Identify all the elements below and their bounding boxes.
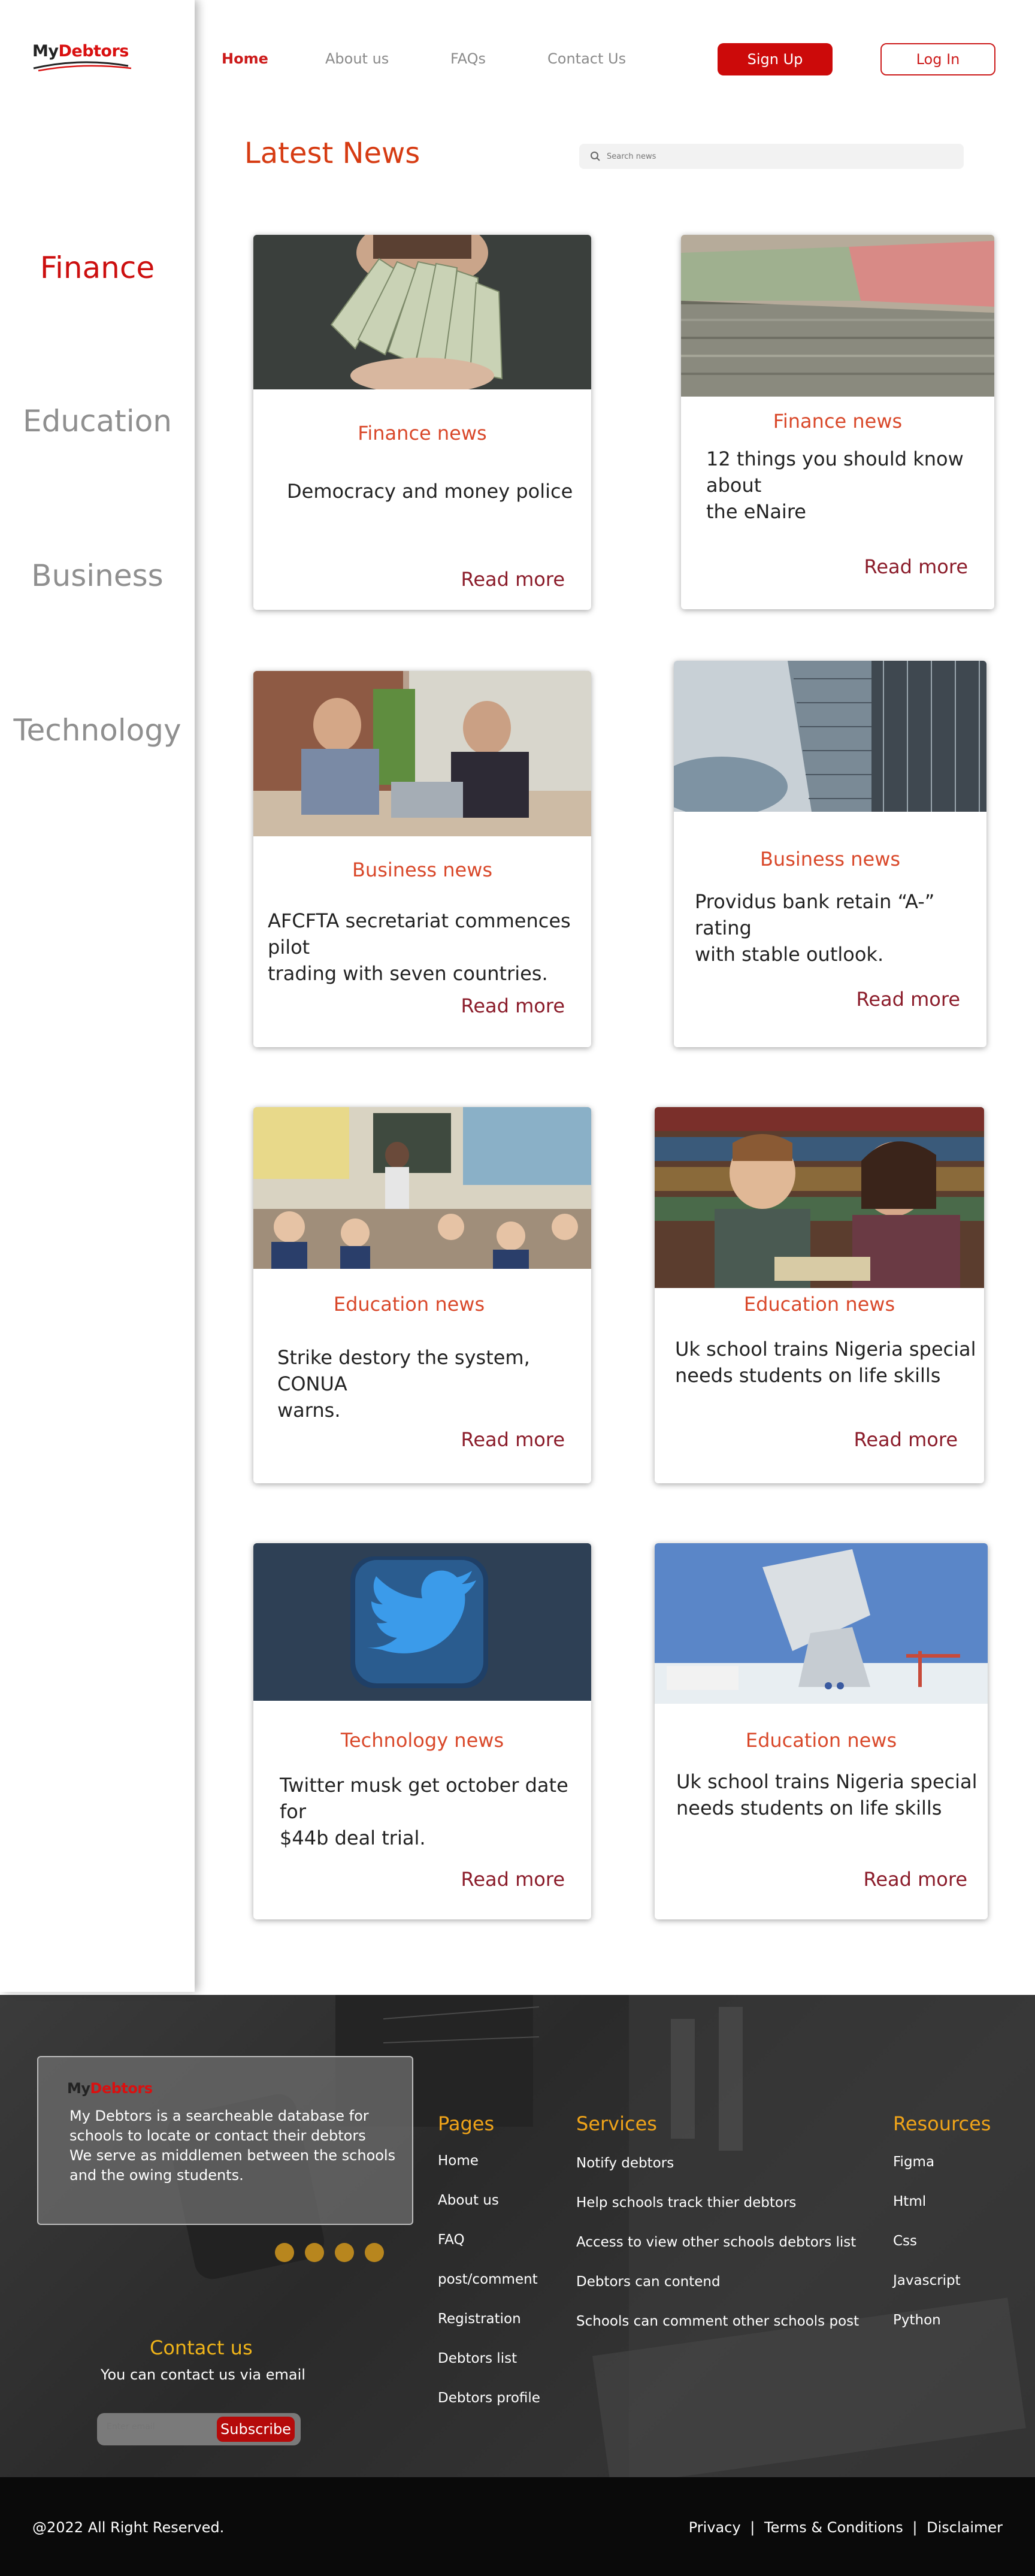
card-category: Education news — [745, 1729, 897, 1752]
card-category: Education news — [333, 1293, 485, 1316]
privacy-link[interactable]: Privacy — [689, 2519, 741, 2536]
news-card[interactable]: Technology news Twitter musk get october… — [253, 1543, 591, 1919]
footer-link[interactable]: Javascript — [893, 2273, 961, 2288]
nav-home[interactable]: Home — [222, 50, 268, 67]
card-category: Business news — [759, 848, 901, 870]
footer-link[interactable]: Debtors profile — [438, 2390, 540, 2406]
logo-text-my: My — [32, 42, 59, 61]
login-button[interactable]: Log In — [880, 43, 995, 75]
page: MyDebtors Finance Education Business Tec… — [0, 0, 1035, 2576]
card-title: Democracy and money police — [287, 480, 573, 503]
footer-link[interactable]: FAQ — [438, 2232, 465, 2248]
legal-separator: | — [750, 2519, 755, 2536]
footer-link[interactable]: Html — [893, 2194, 926, 2209]
brand-logo[interactable]: MyDebtors — [32, 42, 134, 78]
read-more-link[interactable]: Read more — [461, 994, 565, 1017]
disclaimer-link[interactable]: Disclaimer — [927, 2519, 1003, 2536]
subscribe-form: Subscribe — [97, 2413, 301, 2445]
card-category: Technology news — [340, 1729, 504, 1752]
news-card[interactable]: Education news Strike destory the system… — [253, 1107, 591, 1483]
legal-separator: | — [912, 2519, 918, 2536]
news-card[interactable]: Business news AFCFTA secretariat commenc… — [253, 671, 591, 1047]
card-image-observatory — [655, 1543, 988, 1704]
news-card[interactable]: Business news Providus bank retain “A-” … — [674, 661, 986, 1047]
logo-text-debtors: Debtors — [90, 2080, 153, 2097]
card-title: Uk school trains Nigeria special needs s… — [675, 1338, 976, 1387]
footer-link[interactable]: Registration — [438, 2311, 521, 2327]
contact-heading: Contact us — [150, 2336, 253, 2359]
footer-about-box: MyDebtors My Debtors is a searcheable da… — [37, 2056, 413, 2225]
footer-link[interactable]: Access to view other schools debtors lis… — [576, 2235, 856, 2250]
sidebar-item-finance[interactable]: Finance — [0, 250, 195, 285]
card-image-twitter — [253, 1543, 591, 1701]
legal-links: Privacy | Terms & Conditions | Disclaime… — [689, 2519, 1003, 2536]
read-more-link[interactable]: Read more — [461, 1428, 565, 1451]
card-category: Education news — [743, 1293, 895, 1316]
email-input[interactable] — [107, 2422, 214, 2432]
card-title: AFCFTA secretariat commences pilot tradi… — [268, 909, 571, 985]
news-card[interactable]: Education news Uk school trains Nigeria … — [655, 1107, 984, 1483]
footer-about-text: My Debtors is a searcheable database for… — [69, 2108, 396, 2184]
footer-link[interactable]: Python — [893, 2312, 941, 2328]
search-icon — [591, 152, 600, 161]
card-title: Twitter musk get october date for $44b d… — [280, 1774, 568, 1849]
sidebar-item-technology[interactable]: Technology — [0, 713, 195, 748]
copyright-text: @2022 All Right Reserved. — [32, 2519, 225, 2536]
footer-link[interactable]: Figma — [893, 2154, 934, 2170]
card-title: 12 things you should know about the eNai… — [706, 448, 964, 523]
footer-link[interactable]: Debtors can contend — [576, 2274, 721, 2290]
card-category: Finance news — [358, 422, 487, 445]
card-title: Providus bank retain “A-” rating with st… — [695, 890, 935, 966]
read-more-link[interactable]: Read more — [854, 1428, 958, 1451]
footer-link[interactable]: Notify debtors — [576, 2155, 674, 2171]
footer-link[interactable]: Debtors list — [438, 2351, 517, 2366]
logo-swoosh-icon — [33, 61, 132, 72]
footer-logo[interactable]: MyDebtors — [67, 2080, 153, 2097]
card-image-building — [674, 661, 986, 812]
read-more-link[interactable]: Read more — [461, 568, 565, 591]
read-more-link[interactable]: Read more — [864, 1868, 967, 1891]
search-bar[interactable] — [579, 144, 964, 169]
terms-link[interactable]: Terms & Conditions — [764, 2519, 903, 2536]
footer-pages-heading: Pages — [438, 2112, 495, 2135]
footer: MyDebtors My Debtors is a searcheable da… — [0, 1995, 1035, 2477]
logo-text-my: My — [67, 2080, 90, 2097]
nav-contact[interactable]: Contact Us — [547, 50, 626, 67]
footer-services-heading: Services — [576, 2112, 657, 2135]
card-image-highfive — [253, 671, 591, 836]
footer-link[interactable]: About us — [438, 2193, 499, 2208]
news-card[interactable]: Finance news 12 things you should know a… — [681, 235, 994, 609]
signup-button[interactable]: Sign Up — [718, 43, 833, 75]
nav-faqs[interactable]: FAQs — [450, 50, 486, 67]
card-image-naira — [681, 235, 994, 397]
logo-text-debtors: Debtors — [58, 42, 129, 61]
footer-resources-heading: Resources — [893, 2112, 991, 2135]
sidebar-item-education[interactable]: Education — [0, 404, 195, 439]
card-category: Business news — [352, 858, 493, 881]
footer-link[interactable]: Schools can comment other schools post — [576, 2314, 859, 2329]
read-more-link[interactable]: Read more — [857, 988, 960, 1011]
nav-about[interactable]: About us — [325, 50, 389, 67]
card-image-classroom — [253, 1107, 591, 1269]
card-title: Strike destory the system, CONUA warns. — [277, 1346, 530, 1422]
card-image-reading — [655, 1107, 984, 1288]
subscribe-button[interactable]: Subscribe — [217, 2417, 295, 2442]
footer-link[interactable]: Home — [438, 2153, 479, 2169]
footer-link[interactable]: Css — [893, 2233, 917, 2249]
news-card[interactable]: Finance news Democracy and money police … — [253, 235, 591, 610]
footer-link[interactable]: Help schools track thier debtors — [576, 2195, 796, 2211]
news-card[interactable]: Education news Uk school trains Nigeria … — [655, 1543, 988, 1919]
page-title: Latest News — [244, 137, 420, 170]
card-image-money — [253, 235, 591, 389]
read-more-link[interactable]: Read more — [864, 555, 968, 578]
sidebar: MyDebtors Finance Education Business Tec… — [0, 0, 195, 1992]
search-input[interactable] — [607, 152, 954, 161]
card-title: Uk school trains Nigeria special needs s… — [676, 1770, 978, 1819]
read-more-link[interactable]: Read more — [461, 1868, 565, 1891]
card-category: Finance news — [773, 410, 903, 433]
footer-link[interactable]: post/comment — [438, 2272, 538, 2287]
contact-subtitle: You can contact us via email — [101, 2366, 305, 2383]
sidebar-item-business[interactable]: Business — [0, 558, 195, 593]
bottom-bar: @2022 All Right Reserved. Privacy | Term… — [0, 2477, 1035, 2576]
